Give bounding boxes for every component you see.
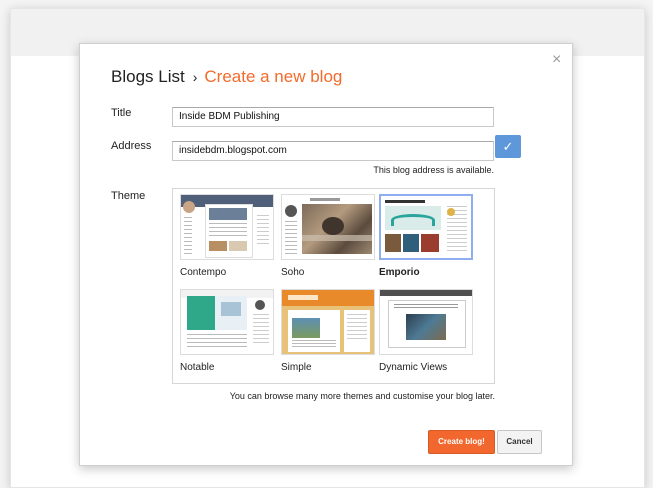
- create-blog-dialog: × Blogs List › Create a new blog Title Ins…: [79, 43, 573, 466]
- breadcrumb-blogs-list[interactable]: Blogs List: [111, 67, 185, 86]
- breadcrumb-current: Create a new blog: [204, 67, 343, 86]
- theme-thumbnail-simple: [281, 289, 375, 355]
- theme-thumbnail-notable: [180, 289, 274, 355]
- breadcrumb-separator-icon: ›: [192, 69, 198, 85]
- dialog-heading: Blogs List › Create a new blog: [111, 67, 342, 87]
- theme-thumbnail-emporio: [379, 194, 473, 260]
- theme-option-emporio[interactable]: Emporio: [379, 194, 473, 278]
- address-check-button[interactable]: ✓: [495, 135, 521, 158]
- theme-option-contempo[interactable]: Contempo: [180, 194, 274, 278]
- title-input[interactable]: Inside BDM Publishing: [172, 107, 494, 127]
- cancel-button[interactable]: Cancel: [497, 430, 542, 454]
- theme-thumbnail-soho: [281, 194, 375, 260]
- close-icon[interactable]: ×: [552, 52, 561, 68]
- theme-option-soho[interactable]: Soho: [281, 194, 375, 278]
- theme-name: Contempo: [180, 267, 227, 278]
- check-icon: ✓: [502, 139, 514, 154]
- theme-option-notable[interactable]: Notable: [180, 289, 274, 373]
- theme-picker: Contempo Soho Emporio Notable Simple Dyn…: [172, 188, 495, 384]
- window-frame: × Blogs List › Create a new blog Title Ins…: [10, 8, 645, 488]
- theme-note: You can browse many more themes and cust…: [229, 391, 495, 401]
- address-status: This blog address is available.: [373, 165, 494, 175]
- create-blog-button[interactable]: Create blog!: [428, 430, 495, 454]
- address-label: Address: [111, 140, 152, 152]
- theme-name: Dynamic Views: [379, 362, 448, 373]
- theme-name: Soho: [281, 267, 305, 278]
- theme-name: Emporio: [379, 267, 420, 278]
- theme-name: Notable: [180, 362, 215, 373]
- title-label: Title: [111, 107, 132, 119]
- address-input[interactable]: insidebdm.blogspot.com: [172, 141, 494, 161]
- theme-label: Theme: [111, 190, 146, 202]
- theme-thumbnail-dynamic-views: [379, 289, 473, 355]
- theme-thumbnail-contempo: [180, 194, 274, 260]
- theme-option-dynamic-views[interactable]: Dynamic Views: [379, 289, 473, 373]
- theme-option-simple[interactable]: Simple: [281, 289, 375, 373]
- theme-name: Simple: [281, 362, 312, 373]
